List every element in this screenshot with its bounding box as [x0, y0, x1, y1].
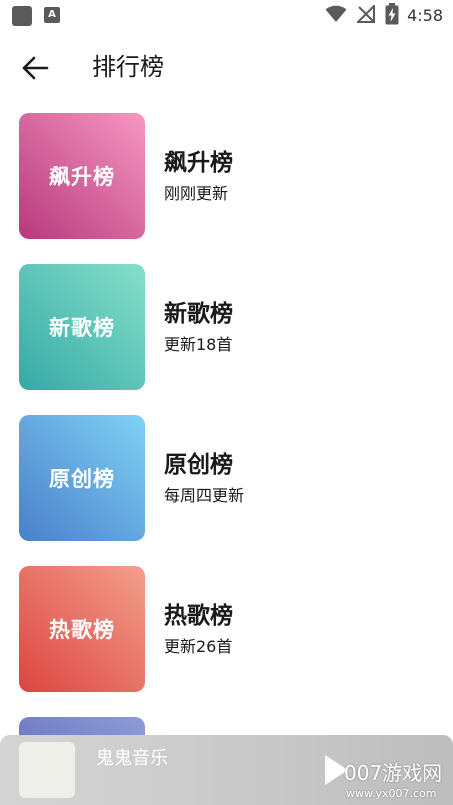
chart-item-hot[interactable]: 热歌榜 热歌榜 更新26首 [19, 566, 439, 692]
watermark-url: www.yx007.com [346, 787, 437, 800]
chart-cover[interactable]: 飙升榜 [19, 113, 145, 239]
status-bar: A 4:58 [0, 0, 453, 32]
wifi-icon [325, 5, 347, 27]
status-time: 4:58 [407, 6, 443, 25]
chart-subtitle: 更新18首 [164, 335, 233, 354]
chart-subtitle: 每周四更新 [164, 486, 245, 505]
chart-subtitle: 更新26首 [164, 637, 233, 656]
back-button[interactable] [14, 47, 56, 89]
player-cover[interactable] [19, 742, 75, 798]
battery-charging-icon [385, 3, 399, 29]
chart-title: 热歌榜 [164, 603, 233, 629]
notification-a-icon: A [44, 7, 60, 23]
chart-list[interactable]: 飙升榜 飙升榜 刚刚更新 新歌榜 新歌榜 更新18首 原创榜 原创榜 每周四更新… [0, 102, 453, 805]
player-title: 鬼鬼音乐 [96, 748, 168, 769]
arrow-left-icon [22, 56, 49, 80]
chart-title: 原创榜 [164, 452, 233, 478]
watermark-text: 007游戏网 [344, 761, 443, 785]
chart-subtitle: 刚刚更新 [164, 184, 229, 203]
no-signal-icon [355, 3, 376, 27]
chart-title: 飙升榜 [164, 150, 233, 176]
notification-square-icon [12, 6, 32, 26]
chart-cover[interactable]: 新歌榜 [19, 264, 145, 390]
chart-cover[interactable]: 原创榜 [19, 415, 145, 541]
app-bar: 排行榜 [0, 32, 453, 102]
chart-item-soaring[interactable]: 飙升榜 飙升榜 刚刚更新 [19, 113, 439, 239]
chart-item-original[interactable]: 原创榜 原创榜 每周四更新 [19, 415, 439, 541]
chart-title: 新歌榜 [164, 301, 233, 327]
mini-player[interactable]: 鬼鬼音乐 007游戏网 www.yx007.com [0, 735, 453, 805]
page-title: 排行榜 [92, 53, 164, 81]
chart-cover[interactable]: 热歌榜 [19, 566, 145, 692]
chart-item-new[interactable]: 新歌榜 新歌榜 更新18首 [19, 264, 439, 390]
